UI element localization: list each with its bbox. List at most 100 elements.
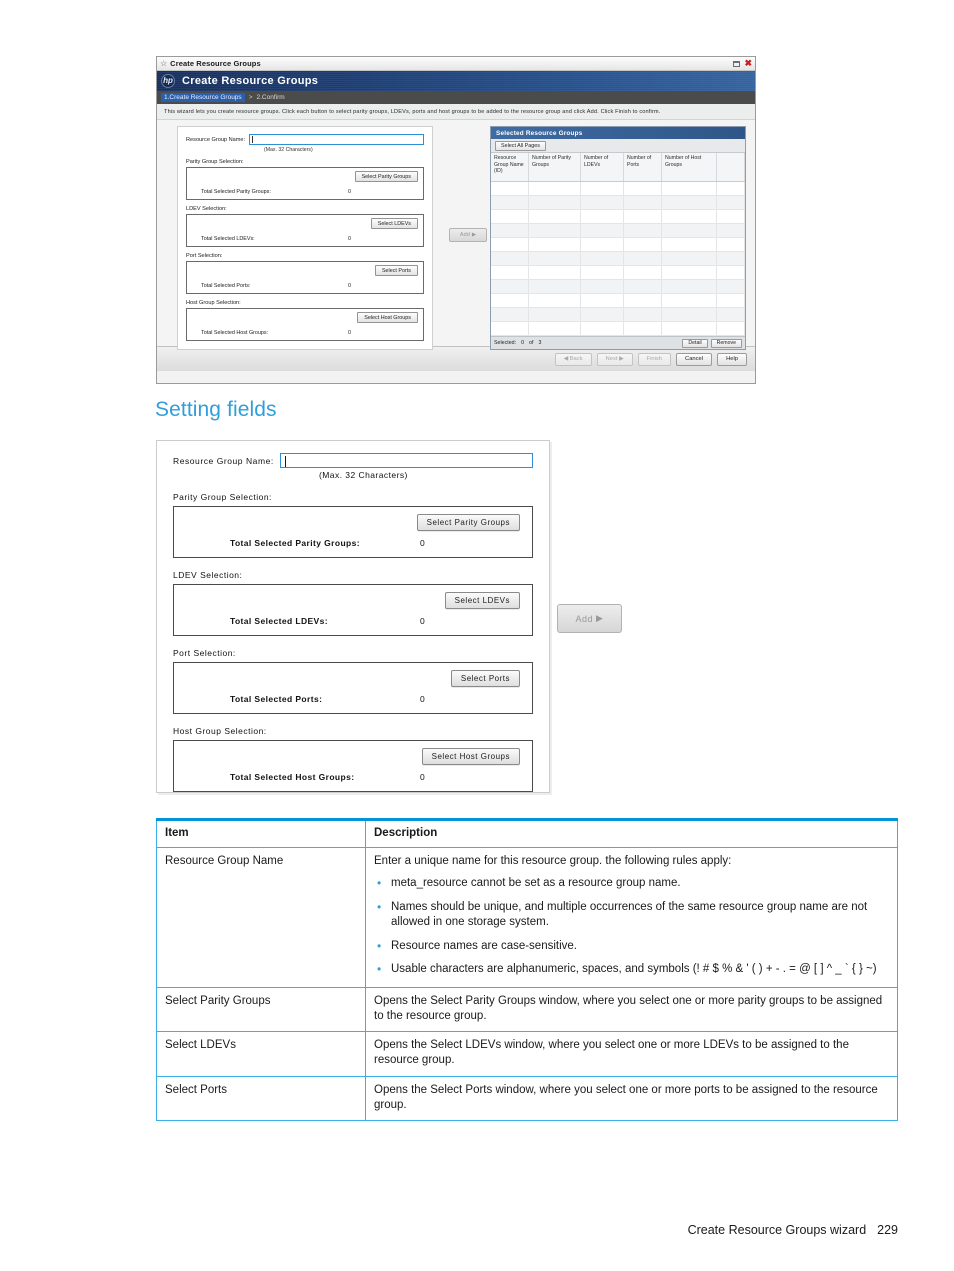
item-resource-group-name: Resource Group Name (156, 847, 366, 988)
host-group-selection-label: Host Group Selection: (173, 726, 267, 736)
remove-button[interactable]: Remove (710, 338, 742, 348)
table-row[interactable] (491, 322, 745, 336)
next-button[interactable]: Next ▶ (596, 352, 633, 366)
list-item: meta_resource cannot be set as a resourc… (377, 875, 889, 892)
setting-fields-figure: Resource Group Name: (Max. 32 Characters… (156, 440, 550, 793)
resource-group-name-input[interactable] (279, 453, 533, 468)
resource-group-name-row: Resource Group Name: (173, 453, 533, 468)
list-item: Usable characters are alphanumeric, spac… (377, 961, 889, 978)
total-selected-parity-groups-row: Total Selected Parity Groups: 0 (187, 189, 423, 195)
table-row[interactable] (491, 182, 745, 196)
cancel-button[interactable]: Cancel (676, 352, 713, 366)
description-select-parity-groups: Opens the Select Parity Groups window, w… (365, 986, 898, 1033)
finish-button[interactable]: Finish (637, 352, 672, 366)
status-selected-value: 0 (521, 340, 525, 346)
close-icon[interactable]: ✖ (744, 59, 752, 68)
breadcrumb-step-1[interactable]: 1.Create Resource Groups (161, 93, 245, 102)
select-parity-groups-button[interactable]: Select Parity Groups (416, 514, 520, 531)
text-caret (284, 456, 286, 467)
total-selected-parity-groups-label: Total Selected Parity Groups: (201, 189, 271, 195)
footer-chapter: Create Resource Groups wizard (687, 1223, 867, 1237)
back-button[interactable]: ◀ Back (554, 352, 592, 366)
select-ports-button[interactable]: Select Ports (374, 265, 418, 276)
select-host-groups-button[interactable]: Select Host Groups (421, 748, 520, 765)
table-row: Resource Group Name Enter a unique name … (156, 847, 898, 988)
ldev-selection-label: LDEV Selection: (186, 206, 227, 212)
window-controls: ✖ (733, 59, 752, 68)
select-ports-button[interactable]: Select Ports (450, 670, 520, 687)
select-ldevs-button[interactable]: Select LDEVs (444, 592, 520, 609)
total-selected-parity-groups-row: Total Selected Parity Groups: 0 (174, 538, 532, 548)
add-button-label: Add (575, 613, 594, 624)
ldev-selection-box: Select LDEVs Total Selected LDEVs: 0 (186, 214, 424, 247)
item-select-parity-groups: Select Parity Groups (156, 986, 366, 1033)
detail-button[interactable]: Detail (682, 338, 708, 348)
item-select-ldevs: Select LDEVs (156, 1031, 366, 1077)
selected-resource-groups-header-row: Resource Group Name (ID) Number of Parit… (491, 153, 745, 182)
table-row[interactable] (491, 294, 745, 308)
select-parity-groups-button[interactable]: Select Parity Groups (354, 171, 418, 182)
page-title: Setting fields (155, 398, 277, 421)
table-row[interactable] (491, 238, 745, 252)
total-selected-ports-label: Total Selected Ports: (201, 283, 251, 289)
table-row[interactable] (491, 252, 745, 266)
page-number: 229 (877, 1223, 898, 1237)
selected-resource-groups-status-bar: Selected: 0 of 3 Detail Remove (491, 336, 745, 349)
add-arrow-icon: ▶ (596, 613, 604, 623)
resource-group-name-row: Resource Group Name: (186, 134, 424, 145)
table-row[interactable] (491, 280, 745, 294)
breadcrumb: 1.Create Resource Groups > 2.Confirm (157, 91, 755, 104)
wizard-icon: ☆ (160, 58, 168, 68)
total-selected-ports-value: 0 (420, 694, 426, 704)
ldev-selection-label: LDEV Selection: (173, 570, 243, 580)
select-all-pages-button[interactable]: Select All Pages (495, 140, 546, 151)
select-ldevs-button[interactable]: Select LDEVs (370, 218, 418, 229)
add-button[interactable]: Add ▶ (557, 604, 622, 633)
column-header-number-of-host-groups[interactable]: Number of Host Groups (662, 153, 717, 181)
column-header-number-of-ldevs[interactable]: Number of LDEVs (581, 153, 624, 181)
table-row: Select Ports Opens the Select Ports wind… (156, 1075, 898, 1121)
table-row[interactable] (491, 266, 745, 280)
resource-group-name-label: Resource Group Name: (173, 455, 274, 466)
maximize-icon[interactable] (733, 60, 741, 67)
column-header-number-of-parity-groups[interactable]: Number of Parity Groups (529, 153, 581, 181)
column-header-spacer (717, 153, 745, 181)
parity-group-selection-box: Select Parity Groups Total Selected Pari… (173, 506, 533, 558)
description-select-ports: Opens the Select Ports window, where you… (365, 1075, 898, 1121)
total-selected-ports-value: 0 (348, 283, 351, 289)
port-selection-box: Select Ports Total Selected Ports: 0 (173, 662, 533, 714)
page-footer: Create Resource Groups wizard 229 (688, 1223, 898, 1237)
add-button[interactable]: Add ▶ (449, 228, 487, 242)
total-selected-parity-groups-value: 0 (420, 538, 426, 548)
host-group-selection-box: Select Host Groups Total Selected Host G… (186, 308, 424, 341)
table-row: Select LDEVs Opens the Select LDEVs wind… (156, 1031, 898, 1077)
table-row[interactable] (491, 196, 745, 210)
description-select-ldevs: Opens the Select LDEVs window, where you… (365, 1031, 898, 1077)
table-header-row: Item Description (156, 819, 898, 849)
help-button[interactable]: Help (717, 352, 747, 366)
create-resource-groups-wizard-screenshot: ☆ Create Resource Groups ✖ hp Create Res… (156, 56, 756, 384)
select-host-groups-button[interactable]: Select Host Groups (357, 312, 418, 323)
wizard-description: This wizard lets you create resource gro… (157, 104, 755, 120)
total-selected-ports-label: Total Selected Ports: (230, 694, 323, 704)
wizard-body: Resource Group Name: (Max. 32 Characters… (157, 120, 755, 350)
hp-logo-icon: hp (161, 74, 175, 88)
table-row[interactable] (491, 224, 745, 238)
port-selection-label: Port Selection: (186, 253, 223, 259)
description-resource-group-name: Enter a unique name for this resource gr… (365, 847, 898, 988)
selected-resource-groups-panel: Selected Resource Groups Select All Page… (490, 126, 746, 350)
table-row[interactable] (491, 308, 745, 322)
description-lead: Enter a unique name for this resource gr… (374, 855, 732, 868)
max-characters-hint: (Max. 32 Characters) (319, 470, 408, 480)
selected-resource-groups-toolbar: Select All Pages (491, 139, 745, 153)
parity-group-selection-label: Parity Group Selection: (186, 159, 244, 165)
status-bar-buttons: Detail Remove (682, 338, 742, 348)
max-characters-hint: (Max. 32 Characters) (264, 147, 313, 153)
column-header-number-of-ports[interactable]: Number of Ports (624, 153, 662, 181)
table-row[interactable] (491, 210, 745, 224)
status-total-value: 3 (538, 340, 542, 346)
breadcrumb-step-2[interactable]: 2.Confirm (256, 94, 284, 101)
column-header-resource-group-name[interactable]: Resource Group Name (ID) (491, 153, 529, 181)
resource-group-name-input[interactable] (249, 134, 424, 145)
total-selected-host-groups-value: 0 (420, 772, 426, 782)
